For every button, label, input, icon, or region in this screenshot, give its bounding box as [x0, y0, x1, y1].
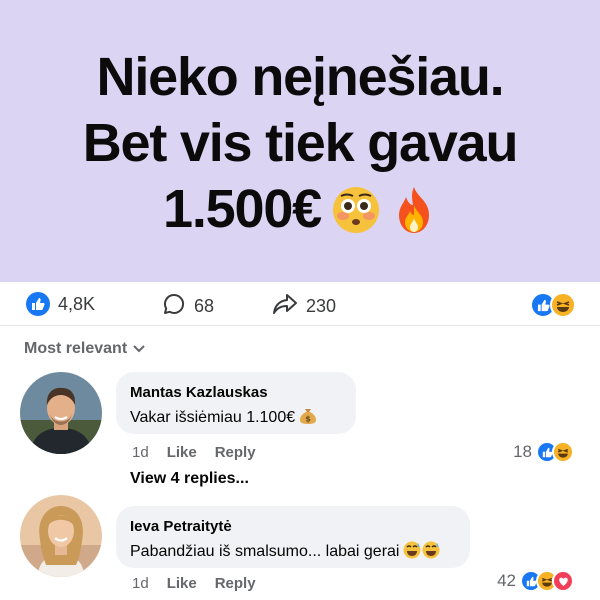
money-bag-icon: $ — [299, 407, 317, 430]
reply-button[interactable]: Reply — [215, 444, 256, 461]
view-replies-link[interactable]: View 4 replies... — [130, 470, 249, 488]
shares-count[interactable]: 230 — [272, 292, 336, 321]
share-icon — [272, 292, 298, 321]
post-reactions[interactable] — [530, 292, 576, 318]
comment-author[interactable]: Ieva Petraitytė — [130, 518, 456, 535]
post-image: Nieko neįnešiau. Bet vis tiek gavau 1.50… — [0, 0, 600, 282]
comment-text: Vakar išsiėmiau 1.100€ $ — [130, 407, 342, 430]
like-button[interactable]: Like — [167, 575, 197, 592]
comment-sort-dropdown[interactable]: Most relevant — [24, 340, 145, 358]
avatar[interactable] — [20, 495, 102, 577]
comments-count[interactable]: 68 — [162, 292, 214, 321]
avatar[interactable] — [20, 372, 102, 454]
svg-text:$: $ — [305, 415, 311, 424]
comments-number: 68 — [194, 296, 215, 316]
comment-author[interactable]: Mantas Kazlauskas — [130, 384, 342, 401]
like-reaction-icon — [26, 292, 50, 316]
post-stats-bar: 4,8K 68 230 — [0, 282, 600, 326]
haha-reaction-icon — [550, 292, 576, 318]
reaction-count: 18 — [513, 442, 532, 461]
grinning-sweat-icon — [403, 541, 441, 564]
shares-number: 230 — [306, 296, 337, 316]
sort-label: Most relevant — [24, 340, 128, 357]
fire-icon — [391, 185, 437, 248]
likes-count[interactable]: 4,8K — [26, 292, 95, 316]
reaction-count: 42 — [497, 571, 516, 590]
headline-line-2: Bet vis tiek gavau — [82, 113, 519, 173]
likes-number: 4,8K — [58, 293, 96, 314]
comment-time: 1d — [132, 575, 149, 592]
like-button[interactable]: Like — [167, 444, 197, 461]
heart-reaction-icon — [552, 570, 574, 592]
comment-bubble: Mantas Kazlauskas Vakar išsiėmiau 1.100€… — [116, 372, 356, 434]
headline-amount: 1.500€ — [163, 179, 322, 239]
headline-line-3: 1.500€ — [0, 178, 600, 248]
flushed-face-icon — [331, 185, 381, 248]
comment-actions: 1d Like Reply — [132, 575, 274, 592]
comment-text: Pabandžiau iš smalsumo... labai gerai — [130, 541, 456, 564]
comment-bubble: Ieva Petraitytė Pabandžiau iš smalsumo..… — [116, 506, 470, 568]
headline-line-1: Nieko neįnešiau. — [96, 47, 505, 107]
reply-button[interactable]: Reply — [215, 575, 256, 592]
comment-time: 1d — [132, 444, 149, 461]
comment-reactions[interactable]: 18 — [513, 441, 574, 463]
comment-reactions[interactable]: 42 — [497, 570, 574, 592]
chevron-down-icon — [133, 340, 145, 358]
haha-reaction-icon — [552, 441, 574, 463]
comment-icon — [162, 292, 186, 321]
comment-actions: 1d Like Reply — [132, 444, 274, 461]
